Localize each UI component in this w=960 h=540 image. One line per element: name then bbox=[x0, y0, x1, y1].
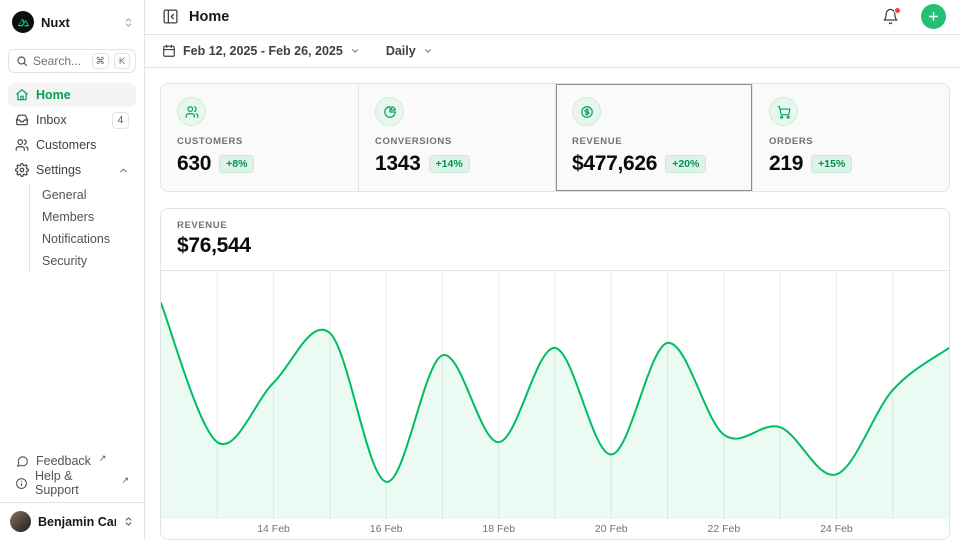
help-support-label: Help & Support bbox=[35, 469, 113, 497]
chevron-up-icon bbox=[118, 165, 129, 176]
stats-row: CUSTOMERS 630 +8% CONVERSIONS 1343 +14% bbox=[160, 83, 950, 192]
kbd-k: K bbox=[114, 53, 130, 69]
stat-value: 630 bbox=[177, 152, 211, 176]
page-title: Home bbox=[189, 9, 229, 25]
revenue-chart-card: REVENUE $76,544 14 Feb 16 Feb 18 Feb 20 Feb… bbox=[160, 208, 950, 540]
workspace-name: Nuxt bbox=[41, 15, 116, 30]
sidebar-subitem-members[interactable]: Members bbox=[42, 206, 136, 228]
sidebar: Nuxt ⌘ K Home Inb bbox=[0, 0, 145, 540]
user-menu[interactable]: Benjamin Canac bbox=[0, 502, 144, 540]
sidebar-subitem-general[interactable]: General bbox=[42, 184, 136, 206]
search-input[interactable]: ⌘ K bbox=[8, 49, 136, 73]
users-icon bbox=[177, 97, 206, 126]
chevron-down-icon bbox=[350, 46, 360, 56]
chevron-up-down-icon bbox=[123, 516, 134, 527]
stat-label: CUSTOMERS bbox=[177, 136, 342, 147]
user-name: Benjamin Canac bbox=[38, 515, 116, 529]
chart-svg bbox=[161, 271, 949, 519]
search-field[interactable] bbox=[33, 54, 87, 68]
kbd-meta: ⌘ bbox=[92, 53, 110, 69]
sidebar-item-customers[interactable]: Customers bbox=[8, 133, 136, 157]
avatar bbox=[10, 511, 31, 532]
dashboard-app: Nuxt ⌘ K Home Inb bbox=[0, 0, 960, 540]
plus-icon bbox=[927, 10, 940, 23]
chart-header: REVENUE $76,544 bbox=[161, 209, 949, 271]
sidebar-item-label: Customers bbox=[36, 138, 129, 152]
external-link-icon: ↗ bbox=[99, 450, 107, 464]
stat-card-conversions[interactable]: CONVERSIONS 1343 +14% bbox=[358, 84, 555, 191]
filters-toolbar: Feb 12, 2025 - Feb 26, 2025 Daily bbox=[145, 35, 960, 68]
notifications-button[interactable] bbox=[882, 8, 899, 25]
stat-card-revenue[interactable]: REVENUE $477,626 +20% bbox=[555, 84, 752, 191]
stat-delta-badge: +14% bbox=[429, 155, 470, 173]
dollar-circle-icon bbox=[572, 97, 601, 126]
users-icon bbox=[15, 138, 29, 152]
inbox-icon bbox=[15, 113, 29, 127]
sidebar-item-home[interactable]: Home bbox=[8, 83, 136, 107]
stat-delta-badge: +8% bbox=[219, 155, 254, 173]
page-header: Home bbox=[145, 0, 960, 35]
stat-value: 1343 bbox=[375, 152, 421, 176]
message-bubble-icon bbox=[15, 455, 29, 468]
chart-label: REVENUE bbox=[177, 220, 933, 231]
x-axis-label: 24 Feb bbox=[820, 523, 853, 535]
main-panel: Home Feb 12, 2025 - Feb 26, 2025 bbox=[145, 0, 960, 540]
stat-card-customers[interactable]: CUSTOMERS 630 +8% bbox=[161, 84, 358, 191]
stat-label: CONVERSIONS bbox=[375, 136, 539, 147]
sidebar-item-label: Settings bbox=[36, 163, 111, 177]
chevron-down-icon bbox=[423, 46, 433, 56]
x-axis-label: 22 Feb bbox=[707, 523, 740, 535]
sidebar-subitem-security[interactable]: Security bbox=[42, 250, 136, 272]
chevron-up-down-icon bbox=[123, 17, 134, 28]
sidebar-item-inbox[interactable]: Inbox 4 bbox=[8, 108, 136, 132]
date-range-picker[interactable]: Feb 12, 2025 - Feb 26, 2025 bbox=[162, 44, 360, 58]
sidebar-nav: Home Inbox 4 Customers Settings bbox=[0, 83, 144, 272]
help-support-link[interactable]: Help & Support ↗ bbox=[8, 472, 136, 494]
sidebar-item-label: Inbox bbox=[36, 113, 105, 127]
x-axis-label: 20 Feb bbox=[595, 523, 628, 535]
sidebar-spacer bbox=[0, 272, 144, 450]
add-button[interactable] bbox=[921, 4, 946, 29]
info-circle-icon bbox=[15, 477, 28, 490]
chart-pie-icon bbox=[375, 97, 404, 126]
external-link-icon: ↗ bbox=[121, 472, 129, 486]
settings-subnav: General Members Notifications Security bbox=[29, 184, 136, 272]
stat-delta-badge: +15% bbox=[811, 155, 852, 173]
gear-icon bbox=[15, 163, 29, 177]
chart-value: $76,544 bbox=[177, 234, 933, 258]
sidebar-footer-links: Feedback ↗ Help & Support ↗ bbox=[0, 450, 144, 502]
revenue-area-chart[interactable] bbox=[161, 271, 949, 519]
stat-label: REVENUE bbox=[572, 136, 736, 147]
x-axis: 14 Feb 16 Feb 18 Feb 20 Feb 22 Feb 24 Feb bbox=[161, 519, 949, 539]
shopping-cart-icon bbox=[769, 97, 798, 126]
feedback-label: Feedback bbox=[36, 454, 91, 468]
period-select[interactable]: Daily bbox=[386, 44, 433, 58]
stat-delta-badge: +20% bbox=[665, 155, 706, 173]
x-axis-label: 18 Feb bbox=[482, 523, 515, 535]
x-axis-label: 14 Feb bbox=[257, 523, 290, 535]
sidebar-item-settings[interactable]: Settings bbox=[8, 158, 136, 182]
search-icon bbox=[16, 55, 28, 67]
collapse-sidebar-icon[interactable] bbox=[162, 8, 179, 25]
x-axis-label: 16 Feb bbox=[370, 523, 403, 535]
notification-dot bbox=[894, 7, 901, 14]
nuxt-logo-icon bbox=[12, 11, 34, 33]
stat-card-orders[interactable]: ORDERS 219 +15% bbox=[752, 84, 949, 191]
date-range-label: Feb 12, 2025 - Feb 26, 2025 bbox=[183, 44, 343, 58]
content: CUSTOMERS 630 +8% CONVERSIONS 1343 +14% bbox=[145, 68, 960, 540]
inbox-count-badge: 4 bbox=[112, 112, 129, 129]
home-icon bbox=[15, 88, 29, 102]
calendar-icon bbox=[162, 44, 176, 58]
stat-label: ORDERS bbox=[769, 136, 933, 147]
sidebar-item-label: Home bbox=[36, 88, 129, 102]
workspace-switcher[interactable]: Nuxt bbox=[0, 0, 144, 41]
stat-value: 219 bbox=[769, 152, 803, 176]
sidebar-subitem-notifications[interactable]: Notifications bbox=[42, 228, 136, 250]
stat-value: $477,626 bbox=[572, 152, 657, 176]
period-label: Daily bbox=[386, 44, 416, 58]
